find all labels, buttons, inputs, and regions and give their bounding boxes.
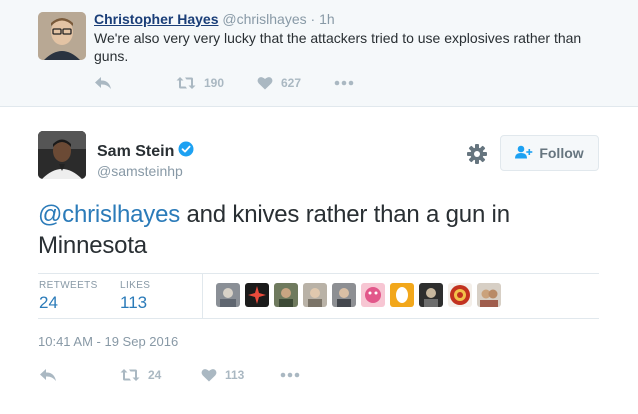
author-name[interactable]: Christopher Hayes [94,11,218,27]
likes-label: LIKES [120,280,151,291]
retweet-icon [120,368,140,382]
retweet-count: 190 [204,76,225,90]
liker-avatar[interactable] [390,283,414,307]
parent-tweet-header: Christopher Hayes @chrislhayes · 1h [94,10,335,28]
heart-icon [257,76,273,90]
avatar[interactable] [38,131,86,179]
liker-avatar[interactable] [216,283,240,307]
mention-link[interactable]: @chrislhayes [38,201,180,228]
stats-separator [202,274,203,318]
like-count: 113 [225,368,245,382]
gear-icon[interactable] [466,143,488,165]
reply-button[interactable] [94,73,112,93]
divider [38,318,599,319]
reply-icon [39,368,57,382]
tweet-time[interactable]: 1h [319,11,335,27]
author-handle[interactable]: @samsteinhp [97,163,183,179]
retweets-value: 24 [39,293,58,312]
liker-avatar[interactable] [274,283,298,307]
likes-stat[interactable]: LIKES 113 [120,280,150,313]
likers-avatars [216,283,501,307]
separator: · [310,11,316,27]
retweet-button[interactable]: 24 [120,365,161,385]
like-button[interactable]: 627 [257,73,301,93]
liker-avatar[interactable] [477,283,501,307]
liker-avatar[interactable] [245,283,269,307]
liker-avatar[interactable] [332,283,356,307]
reply-icon [94,76,112,90]
more-icon [334,80,354,86]
add-user-icon [515,145,533,162]
liker-avatar[interactable] [361,283,385,307]
liker-avatar[interactable] [448,283,472,307]
author-handle[interactable]: @chrislhayes [222,11,306,27]
follow-label: Follow [539,145,584,161]
liker-avatar[interactable] [303,283,327,307]
tweet-actions: 24 113 [38,365,338,385]
tweet-text: @chrislhayes and knives rather than a gu… [38,199,598,261]
heart-icon [201,368,217,382]
reply-button[interactable] [39,365,57,385]
parent-tweet-text: We're also very very lucky that the atta… [94,30,582,64]
retweets-stat[interactable]: RETWEETS 24 [39,280,98,313]
tweet-stats: RETWEETS 24 LIKES 113 [38,274,599,318]
retweets-label: RETWEETS [39,280,98,291]
author-name[interactable]: Sam Stein [97,141,194,162]
verified-badge-icon [178,141,194,162]
parent-tweet-actions: 190 627 [94,73,394,93]
retweet-icon [176,76,196,90]
likes-value: 113 [120,293,148,312]
more-button[interactable] [334,73,354,93]
author-name-text: Sam Stein [97,142,175,160]
follow-button[interactable]: Follow [500,135,599,171]
like-count: 627 [281,76,302,90]
avatar[interactable] [38,12,86,60]
retweet-button[interactable]: 190 [176,73,224,93]
more-icon [280,372,300,378]
parent-tweet: Christopher Hayes @chrislhayes · 1h We'r… [0,0,638,107]
like-button[interactable]: 113 [201,365,244,385]
tweet-timestamp[interactable]: 10:41 AM - 19 Sep 2016 [38,334,178,349]
liker-avatar[interactable] [419,283,443,307]
retweet-count: 24 [148,368,162,382]
more-button[interactable] [280,365,300,385]
